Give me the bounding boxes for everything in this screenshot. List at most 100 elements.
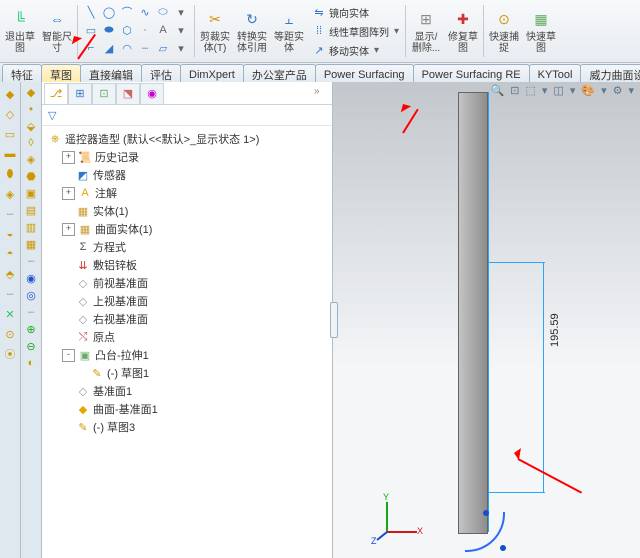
text-tool-icon[interactable]: A <box>155 22 171 38</box>
tool-icon[interactable]: ▣ <box>26 187 36 200</box>
tool-icon[interactable]: ┄ <box>2 286 18 302</box>
tool-icon[interactable]: ⬙ <box>27 120 35 133</box>
panel-splitter-handle[interactable] <box>330 302 338 338</box>
dimension-value[interactable]: 195.59 <box>549 313 561 347</box>
tree-node[interactable]: +▦曲面实体(1) <box>44 220 330 238</box>
dimxpert-tab[interactable]: ⬔ <box>116 83 140 104</box>
tree-expand-toggle[interactable]: + <box>62 187 75 200</box>
rapid-sketch-button[interactable]: ▦ 快速草图 <box>523 1 559 61</box>
partial-ellipse-icon[interactable]: ◠ <box>119 40 135 56</box>
tool-icon[interactable]: ✕ <box>2 306 18 322</box>
graphics-viewport[interactable]: 🔍 ⊡ ⬚ ▾ ◫ ▾ 🎨 ▾ ⚙ ▾ 195.59 <box>333 82 640 558</box>
tool-icon[interactable]: ◈ <box>27 153 35 166</box>
exit-sketch-button[interactable]: ╚ 退出草图 <box>2 1 38 61</box>
circle-tool-icon[interactable]: ◯ <box>101 4 117 20</box>
tool-icon[interactable]: ◎ <box>26 289 36 302</box>
tree-node[interactable]: ◩传感器 <box>44 166 330 184</box>
tool-icon[interactable]: ◒ <box>2 226 18 242</box>
appearance-icon[interactable]: 🎨 <box>581 84 595 97</box>
display-manager-tab[interactable]: ◉ <box>140 83 164 104</box>
tree-node[interactable]: ✎(-) 草图3 <box>44 418 330 436</box>
panel-collapse-icon[interactable]: » <box>314 86 328 100</box>
arc-tool-icon[interactable]: ⌒ <box>119 4 135 20</box>
mirror-entities-button[interactable]: ⇋镜向实体 <box>310 3 401 21</box>
point-tool-icon[interactable]: · <box>137 22 153 38</box>
tree-node[interactable]: ◆曲面-基准面1 <box>44 400 330 418</box>
ellipse-tool-icon[interactable]: ⬭ <box>155 4 171 20</box>
tree-node[interactable]: ◇右视基准面 <box>44 310 330 328</box>
tool-icon[interactable]: ◇ <box>2 106 18 122</box>
linear-pattern-button[interactable]: ⁞⁞线性草图阵列▾ <box>310 22 401 40</box>
dropdown-icon[interactable]: ▾ <box>173 4 189 20</box>
tool-icon[interactable]: ⬮ <box>2 166 18 182</box>
tool-icon[interactable]: ◓ <box>2 246 18 262</box>
tool-icon[interactable]: ◈ <box>2 186 18 202</box>
tool-icon[interactable]: ⊙ <box>2 326 18 342</box>
tool-icon[interactable]: ▬ <box>2 146 18 162</box>
scene-icon[interactable]: ▾ <box>570 84 576 97</box>
tree-node[interactable]: ◇前视基准面 <box>44 274 330 292</box>
tool-icon[interactable]: ⦿ <box>2 346 18 362</box>
filter-bar[interactable]: ▽ <box>42 105 332 126</box>
dropdown-icon[interactable]: ▾ <box>173 22 189 38</box>
tree-expand-toggle[interactable]: + <box>62 223 75 236</box>
tree-expand-toggle[interactable]: - <box>62 349 75 362</box>
quick-snap-button[interactable]: ⊙ 快速捕捉 <box>486 1 522 61</box>
tool-icon[interactable]: ┄ <box>2 206 18 222</box>
dropdown-icon[interactable]: ▾ <box>394 26 399 37</box>
zoom-fit-icon[interactable]: 🔍 <box>491 84 505 97</box>
tool-icon[interactable]: ⬩ <box>29 103 33 116</box>
tool-icon[interactable]: ┄ <box>28 255 35 268</box>
repair-sketch-button[interactable]: ✚ 修复草图 <box>445 1 481 61</box>
tree-node[interactable]: ✎(-) 草图1 <box>44 364 330 382</box>
tree-root[interactable]: ⎈ 遥控器造型 (默认<<默认>_显示状态 1>) <box>44 130 330 148</box>
feature-tree-tab[interactable]: ⎇ <box>44 83 68 104</box>
tree-node[interactable]: +A注解 <box>44 184 330 202</box>
tree-node[interactable]: ▦实体(1) <box>44 202 330 220</box>
chamfer-tool-icon[interactable]: ◢ <box>101 40 117 56</box>
tool-icon[interactable]: ▥ <box>26 221 36 234</box>
more-icon[interactable]: ▾ <box>628 84 634 97</box>
slot-tool-icon[interactable]: ⬬ <box>101 22 117 38</box>
tool-icon[interactable]: ⊕ <box>26 323 35 336</box>
tool-icon[interactable]: ◐ <box>28 357 35 369</box>
tool-icon[interactable]: ▦ <box>26 238 36 251</box>
dropdown-icon[interactable]: ▾ <box>374 45 379 56</box>
trim-button[interactable]: ✂ 剪裁实体(T) <box>197 1 233 61</box>
sketch-endpoint[interactable] <box>500 545 506 551</box>
sketch-arc[interactable] <box>465 512 505 552</box>
config-manager-tab[interactable]: ⊡ <box>92 83 116 104</box>
property-manager-tab[interactable]: ⊞ <box>68 83 92 104</box>
tree-node[interactable]: +📜历史记录 <box>44 148 330 166</box>
convert-entities-button[interactable]: ↻ 转换实体引用 <box>234 1 270 61</box>
tree-node[interactable]: ◇上视基准面 <box>44 292 330 310</box>
view-orientation-icon[interactable]: ⬚ <box>525 84 535 97</box>
move-entities-button[interactable]: ↗移动实体▾ <box>310 41 401 59</box>
camera-icon[interactable]: ▾ <box>601 84 607 97</box>
rect-tool-icon[interactable]: ▭ <box>83 22 99 38</box>
tool-icon[interactable]: ┄ <box>28 306 35 319</box>
offset-entities-button[interactable]: ⫠ 等距实体 <box>271 1 307 61</box>
polygon-tool-icon[interactable]: ⬡ <box>119 22 135 38</box>
centerline-tool-icon[interactable]: ┄ <box>137 40 153 56</box>
settings-icon[interactable]: ⚙ <box>613 84 623 97</box>
tool-icon[interactable]: ◉ <box>26 272 36 285</box>
tree-expand-toggle[interactable]: + <box>62 151 75 164</box>
tool-icon[interactable]: ◆ <box>2 86 18 102</box>
tool-icon[interactable]: ⬘ <box>2 266 18 282</box>
tool-icon[interactable]: ▤ <box>26 204 36 217</box>
tree-node[interactable]: -▣凸台-拉伸1 <box>44 346 330 364</box>
display-style-icon[interactable]: ▾ <box>542 84 548 97</box>
tool-icon[interactable]: ◆ <box>27 86 35 99</box>
plane-tool-icon[interactable]: ▱ <box>155 40 171 56</box>
line-tool-icon[interactable]: ╲ <box>83 4 99 20</box>
tree-node[interactable]: ⤭原点 <box>44 328 330 346</box>
tool-icon[interactable]: ▭ <box>2 126 18 142</box>
tree-node[interactable]: ⇊敷铝锌板 <box>44 256 330 274</box>
section-view-icon[interactable]: ◫ <box>553 84 563 97</box>
tree-node[interactable]: ◇基准面1 <box>44 382 330 400</box>
tree-node[interactable]: Σ方程式 <box>44 238 330 256</box>
tool-icon[interactable]: ◊ <box>28 137 33 149</box>
sketch-endpoint[interactable] <box>483 510 489 516</box>
tool-icon[interactable]: ⊖ <box>26 340 35 353</box>
